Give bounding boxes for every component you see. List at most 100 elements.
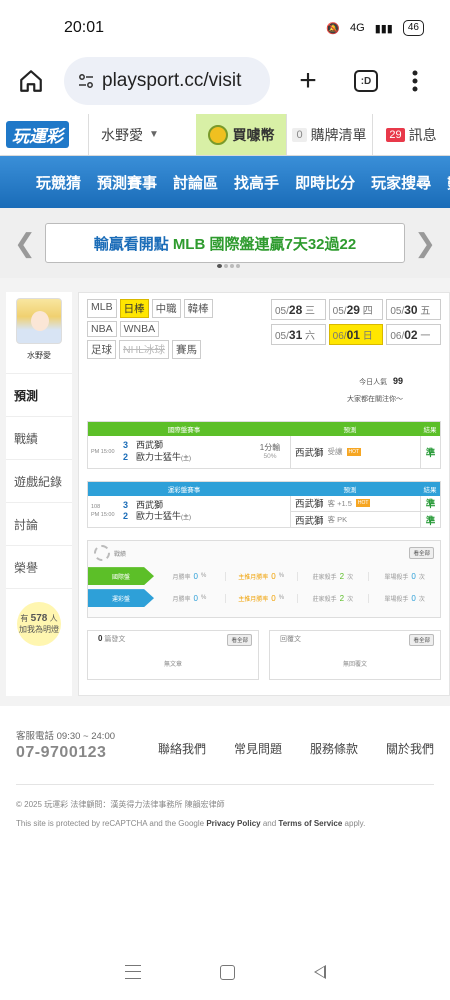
ticker-highlight: MLB 國際盤連贏7天32過22 xyxy=(172,235,357,253)
league-nhl: NHL冰球 xyxy=(119,340,170,359)
popularity-count: 99 xyxy=(392,376,403,386)
user-name: 水野愛 xyxy=(101,126,143,143)
pred-team: 西武獅 xyxy=(295,447,324,459)
record-more-button[interactable]: 看全部 xyxy=(409,547,434,560)
new-tab-button[interactable]: + xyxy=(288,61,328,101)
team-name: 西武獅 xyxy=(136,499,164,510)
nav-item-forum[interactable]: 討論區 xyxy=(173,172,218,193)
game-time: PM 15:00 xyxy=(91,448,115,455)
site-settings-icon[interactable] xyxy=(78,73,94,89)
result-badge: 準 xyxy=(425,447,436,459)
address-bar[interactable]: playsport.cc/visit xyxy=(64,57,270,105)
fans-suffix: 人 xyxy=(49,614,58,624)
league-horse[interactable]: 賽馬 xyxy=(172,340,202,359)
sidebar-item-game-log[interactable]: 遊戲紀錄 xyxy=(6,460,72,503)
hotline-label: 客服電話 09:30 ~ 24:00 xyxy=(16,731,116,742)
team-name: 西武獅 xyxy=(136,440,164,451)
popularity-block: 今日人氣 99 大家都在關注你～ xyxy=(87,372,441,407)
chevron-right-icon[interactable]: ❯ xyxy=(414,228,436,259)
footer-link-about[interactable]: 關於我們 xyxy=(386,740,434,757)
home-tag: (主) xyxy=(181,515,192,522)
sidebar-item-record[interactable]: 戰績 xyxy=(6,417,72,460)
pred-sub: 受讓 xyxy=(327,447,343,457)
table-row: PM 15:00 3 西武獅 2 歐力士猛牛(主) 1分輸 50% 西武獅 受讓 HOT … xyxy=(88,436,440,468)
ticker-area: ❮ 輸贏看開點 MLB 國際盤連贏7天32過22 ❯ xyxy=(0,208,450,278)
league-npb[interactable]: 日棒 xyxy=(119,299,149,318)
footer-link-terms[interactable]: 服務條款 xyxy=(310,740,358,757)
sidebar-item-honor[interactable]: 榮譽 xyxy=(6,546,72,589)
table-row: 108 PM 15:00 3 西武獅 2 歐力士猛牛(主) 西武獅客 +1.5 HOT … xyxy=(88,495,440,528)
cart-button[interactable]: 0 購牌清單 xyxy=(286,114,372,155)
avatar[interactable] xyxy=(16,298,62,344)
status-bar: 20:01 🔕 4G ▮▮▮ 46 xyxy=(0,0,450,56)
mute-icon: 🔕 xyxy=(326,22,341,35)
sidebar-item-discussion[interactable]: 討論 xyxy=(6,503,72,546)
prediction-content: MLB 日棒 中職 韓棒 NBA WNBA 足球 NHL冰球 賽馬 05/28 … xyxy=(78,292,450,696)
league-cpbl[interactable]: 中職 xyxy=(151,299,181,318)
nav-item-predict[interactable]: 預測賽事 xyxy=(97,172,157,193)
posts-more-button[interactable]: 看全部 xyxy=(227,634,252,647)
result-badge: 準 xyxy=(425,499,436,511)
home-button[interactable] xyxy=(10,60,52,102)
team-name: 歐力士猛牛 xyxy=(136,451,182,462)
terms-link[interactable]: Terms of Service xyxy=(278,819,342,828)
pred-team: 西武獅 xyxy=(295,499,324,511)
league-selector: MLB 日棒 中職 韓棒 NBA WNBA 足球 NHL冰球 賽馬 xyxy=(87,299,271,362)
ticker-prefix: 輸贏看開點 xyxy=(93,235,169,253)
league-soccer[interactable]: 足球 xyxy=(87,340,116,359)
nav-item-guess[interactable]: 玩競猜 xyxy=(36,172,81,193)
record-row: 運彩盤 月勝率 0% 主推月勝率 0% 莊家殺手 2 次 單場殺手 0 次 xyxy=(88,587,440,609)
back-icon[interactable] xyxy=(313,965,326,979)
sports-lottery-table: 運彩盤賽事 預測 結果 108 PM 15:00 3 西武獅 2 歐力士猛牛(主) 西… xyxy=(87,480,441,529)
replies-box: 回覆文 看全部 無回覆文 xyxy=(269,630,441,681)
system-nav-bar xyxy=(0,944,450,1000)
game-time: PM 15:00 xyxy=(91,512,115,519)
footer-link-faq[interactable]: 常見問題 xyxy=(234,740,282,757)
browser-menu-button[interactable] xyxy=(400,61,430,101)
nav-item-livescore[interactable]: 即時比分 xyxy=(295,172,355,193)
chevron-left-icon[interactable]: ❮ xyxy=(14,228,36,259)
fans-block[interactable]: 有 578 人 加我為明燈 xyxy=(6,589,72,659)
ticker-banner[interactable]: 輸贏看開點 MLB 國際盤連贏7天32過22 xyxy=(45,223,405,263)
hot-badge: HOT xyxy=(355,499,371,508)
date-chip[interactable]: 05/31 六 xyxy=(271,324,326,345)
date-chip[interactable]: 05/29 四 xyxy=(328,299,384,320)
carousel-dots xyxy=(217,264,240,268)
posts-count: 0 xyxy=(98,634,103,644)
table-header: 運彩盤賽事 xyxy=(167,486,201,494)
date-chip-selected[interactable]: 06/01 日 xyxy=(328,324,384,345)
lightbulb-icon: 有 578 人 加我為明燈 xyxy=(17,602,61,646)
status-time: 20:01 xyxy=(64,19,105,36)
league-nba[interactable]: NBA xyxy=(87,321,117,337)
home-nav-icon[interactable] xyxy=(219,964,235,980)
messages-button[interactable]: 29 訊息 xyxy=(372,114,450,155)
network-label: 4G xyxy=(350,22,365,34)
game-number: 108 xyxy=(91,503,101,510)
team-name: 歐力士猛牛 xyxy=(136,511,182,522)
nav-item-player-search[interactable]: 玩家搜尋 xyxy=(371,172,431,193)
hotline-phone[interactable]: 07-9700123 xyxy=(16,744,115,762)
buy-coin-button[interactable]: 買噱幣 xyxy=(196,114,286,155)
buy-coin-label: 買噱幣 xyxy=(232,126,275,143)
date-chip[interactable]: 05/28 三 xyxy=(271,299,326,320)
footer-link-contact[interactable]: 聯絡我們 xyxy=(158,740,206,757)
user-dropdown[interactable]: 水野愛 ▼ xyxy=(88,114,196,155)
replies-more-button[interactable]: 看全部 xyxy=(409,634,434,647)
home-tag: (主) xyxy=(181,455,192,462)
league-wnba[interactable]: WNBA xyxy=(119,321,160,337)
privacy-link[interactable]: Privacy Policy xyxy=(206,819,260,828)
recents-icon[interactable] xyxy=(124,965,141,979)
footer: 客服電話 09:30 ~ 24:00 07-9700123 聯絡我們 常見問題 … xyxy=(0,706,450,828)
date-chip[interactable]: 06/02 一 xyxy=(386,324,442,345)
sidebar-item-predict[interactable]: 預測 xyxy=(6,374,72,417)
nav-item-experts[interactable]: 找高手 xyxy=(234,172,279,193)
tab-switcher-button[interactable]: :D xyxy=(354,70,378,92)
recaptcha-notice: This site is protected by reCAPTCHA and … xyxy=(16,819,366,828)
profile-sidebar: 水野愛 預測 戰績 遊戲紀錄 討論 榮譽 有 578 人 加我為明燈 xyxy=(6,292,72,696)
date-chip[interactable]: 05/30 五 xyxy=(386,299,442,320)
league-mlb[interactable]: MLB xyxy=(87,299,117,318)
table-header: 結果 xyxy=(423,486,437,494)
site-logo[interactable]: 玩運彩 xyxy=(0,114,88,155)
league-kbo[interactable]: 韓棒 xyxy=(183,299,213,318)
record-icon xyxy=(94,545,110,562)
